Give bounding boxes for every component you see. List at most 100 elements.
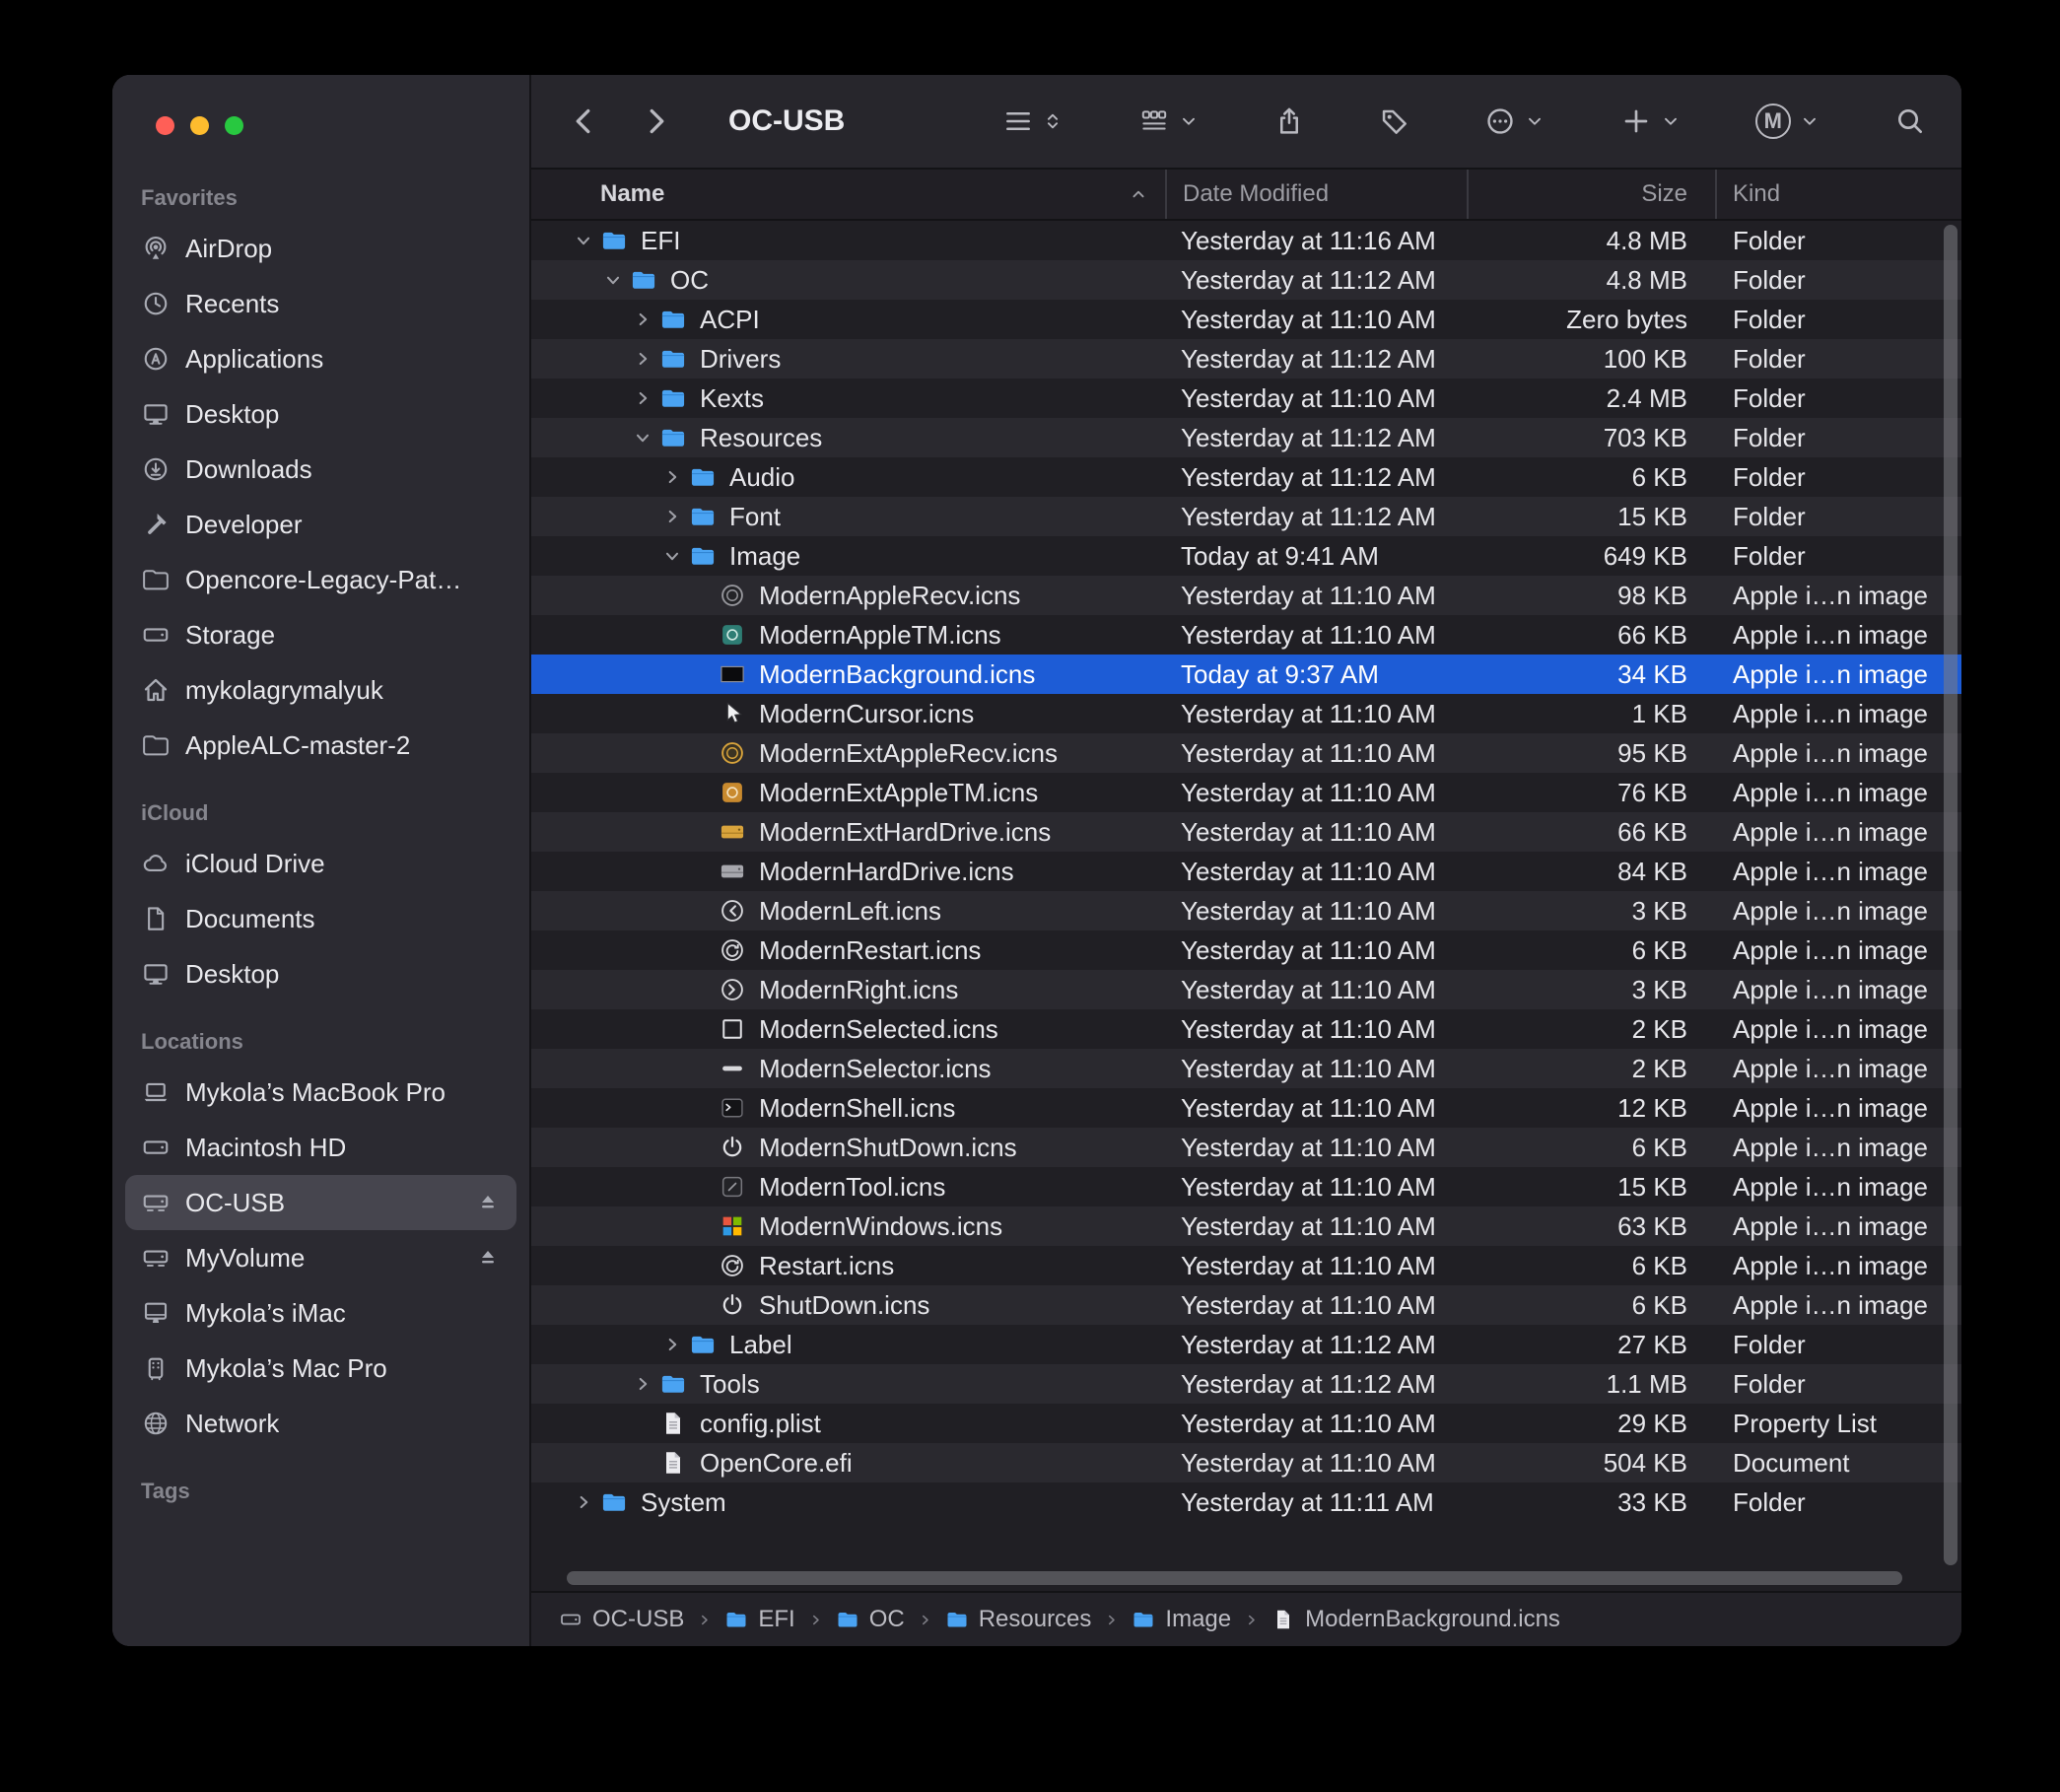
- path-segment-modernbackground-icns[interactable]: ModernBackground.icns: [1271, 1606, 1560, 1633]
- sidebar-item-opencore-legacy-pat[interactable]: Opencore-Legacy-Pat…: [125, 552, 516, 607]
- share-button[interactable]: [1273, 105, 1305, 137]
- disclosure-triangle[interactable]: [567, 1489, 600, 1515]
- file-row-modernshell-icns[interactable]: ModernShell.icnsYesterday at 11:10 AM12 …: [531, 1088, 1961, 1128]
- account-button[interactable]: M: [1755, 103, 1820, 139]
- file-row-opencore-efi[interactable]: OpenCore.efiYesterday at 11:10 AM504 KBD…: [531, 1443, 1961, 1482]
- file-row-modernappletm-icns[interactable]: ModernAppleTM.icnsYesterday at 11:10 AM6…: [531, 615, 1961, 655]
- airdrop-icon: [141, 234, 171, 263]
- horizontal-scrollbar[interactable]: [567, 1571, 1902, 1585]
- drive-external-icon: [141, 1243, 171, 1273]
- file-row-acpi[interactable]: ACPIYesterday at 11:10 AMZero bytesFolde…: [531, 300, 1961, 339]
- file-row-modernextharddrive-icns[interactable]: ModernExtHardDrive.icnsYesterday at 11:1…: [531, 812, 1961, 852]
- search-button[interactable]: [1894, 105, 1926, 137]
- zoom-window-button[interactable]: [225, 116, 243, 135]
- file-row-modernharddrive-icns[interactable]: ModernHardDrive.icnsYesterday at 11:10 A…: [531, 852, 1961, 891]
- eject-icon[interactable]: [475, 1190, 501, 1215]
- disclosure-triangle[interactable]: [626, 425, 659, 450]
- disclosure-triangle[interactable]: [655, 464, 689, 490]
- disclosure-triangle[interactable]: [655, 543, 689, 569]
- add-button[interactable]: [1620, 105, 1682, 137]
- vertical-scrollbar[interactable]: [1944, 225, 1957, 1565]
- sidebar-item-mykolagrymalyuk[interactable]: mykolagrymalyuk: [125, 662, 516, 718]
- sidebar-item-mykola-s-mac-pro[interactable]: Mykola’s Mac Pro: [125, 1341, 516, 1396]
- column-header-kind[interactable]: Kind: [1715, 170, 1961, 219]
- path-segment-image[interactable]: Image: [1132, 1606, 1231, 1633]
- view-mode-button[interactable]: [1002, 105, 1064, 137]
- file-row-label[interactable]: LabelYesterday at 11:12 AM27 KBFolder: [531, 1325, 1961, 1364]
- disclosure-triangle[interactable]: [655, 1332, 689, 1357]
- file-row-resources[interactable]: ResourcesYesterday at 11:12 AM703 KBFold…: [531, 418, 1961, 457]
- file-row-moderntool-icns[interactable]: ModernTool.icnsYesterday at 11:10 AM15 K…: [531, 1167, 1961, 1206]
- file-row-system[interactable]: SystemYesterday at 11:11 AM33 KBFolder: [531, 1482, 1961, 1522]
- file-row-modernselected-icns[interactable]: ModernSelected.icnsYesterday at 11:10 AM…: [531, 1009, 1961, 1049]
- path-segment-efi[interactable]: EFI: [724, 1606, 794, 1633]
- sidebar-item-myvolume[interactable]: MyVolume: [125, 1230, 516, 1285]
- path-segment-oc[interactable]: OC: [836, 1606, 905, 1633]
- kind-cell: Apple i…n image: [1715, 1211, 1961, 1242]
- forward-button[interactable]: [638, 103, 673, 139]
- tags-button[interactable]: [1379, 105, 1410, 137]
- more-actions-button[interactable]: [1484, 105, 1545, 137]
- sidebar-item-downloads[interactable]: Downloads: [125, 442, 516, 497]
- column-header-size[interactable]: Size: [1467, 170, 1715, 219]
- sidebar-item-documents[interactable]: Documents: [125, 891, 516, 946]
- file-row-restart-icns[interactable]: Restart.icnsYesterday at 11:10 AM6 KBApp…: [531, 1246, 1961, 1285]
- date-modified-cell: Yesterday at 11:10 AM: [1165, 1014, 1467, 1045]
- back-button[interactable]: [567, 103, 602, 139]
- kind-cell: Apple i…n image: [1715, 1290, 1961, 1321]
- sidebar-item-airdrop[interactable]: AirDrop: [125, 221, 516, 276]
- size-cell: 3 KB: [1467, 975, 1715, 1005]
- sidebar-item-desktop[interactable]: Desktop: [125, 386, 516, 442]
- disclosure-triangle[interactable]: [626, 385, 659, 411]
- file-row-audio[interactable]: AudioYesterday at 11:12 AM6 KBFolder: [531, 457, 1961, 497]
- minimize-window-button[interactable]: [190, 116, 209, 135]
- column-header-name[interactable]: Name: [531, 170, 1165, 219]
- sidebar-item-storage[interactable]: Storage: [125, 607, 516, 662]
- sidebar-item-developer[interactable]: Developer: [125, 497, 516, 552]
- file-row-efi[interactable]: EFIYesterday at 11:16 AM4.8 MBFolder: [531, 221, 1961, 260]
- disclosure-triangle[interactable]: [567, 228, 600, 253]
- disclosure-triangle[interactable]: [626, 1371, 659, 1397]
- file-row-modernrestart-icns[interactable]: ModernRestart.icnsYesterday at 11:10 AM6…: [531, 930, 1961, 970]
- sidebar-item-desktop[interactable]: Desktop: [125, 946, 516, 1001]
- close-window-button[interactable]: [156, 116, 174, 135]
- disclosure-triangle[interactable]: [626, 346, 659, 372]
- disclosure-triangle[interactable]: [596, 267, 630, 293]
- sidebar-item-recents[interactable]: Recents: [125, 276, 516, 331]
- path-segment-oc-usb[interactable]: OC-USB: [559, 1606, 684, 1633]
- eject-icon[interactable]: [475, 1245, 501, 1271]
- file-row-modernselector-icns[interactable]: ModernSelector.icnsYesterday at 11:10 AM…: [531, 1049, 1961, 1088]
- file-name: ModernShell.icns: [759, 1093, 955, 1124]
- sidebar-item-macintosh-hd[interactable]: Macintosh HD: [125, 1120, 516, 1175]
- file-row-font[interactable]: FontYesterday at 11:12 AM15 KBFolder: [531, 497, 1961, 536]
- group-by-button[interactable]: [1138, 105, 1200, 137]
- ellipsis-circle-icon: [1484, 105, 1516, 137]
- file-row-tools[interactable]: ToolsYesterday at 11:12 AM1.1 MBFolder: [531, 1364, 1961, 1404]
- file-row-image[interactable]: ImageToday at 9:41 AM649 KBFolder: [531, 536, 1961, 576]
- sidebar-item-applealc-master-2[interactable]: AppleALC-master-2: [125, 718, 516, 773]
- file-row-modernextapplerecv-icns[interactable]: ModernExtAppleRecv.icnsYesterday at 11:1…: [531, 733, 1961, 773]
- disclosure-triangle[interactable]: [655, 504, 689, 529]
- file-row-modernright-icns[interactable]: ModernRight.icnsYesterday at 11:10 AM3 K…: [531, 970, 1961, 1009]
- file-row-shutdown-icns[interactable]: ShutDown.icnsYesterday at 11:10 AM6 KBAp…: [531, 1285, 1961, 1325]
- file-row-moderncursor-icns[interactable]: ModernCursor.icnsYesterday at 11:10 AM1 …: [531, 694, 1961, 733]
- sidebar-item-mykola-s-imac[interactable]: Mykola’s iMac: [125, 1285, 516, 1341]
- file-row-kexts[interactable]: KextsYesterday at 11:10 AM2.4 MBFolder: [531, 379, 1961, 418]
- sidebar-item-icloud-drive[interactable]: iCloud Drive: [125, 836, 516, 891]
- file-row-modernbackground-icns[interactable]: ModernBackground.icnsToday at 9:37 AM34 …: [531, 655, 1961, 694]
- file-row-modernshutdown-icns[interactable]: ModernShutDown.icnsYesterday at 11:10 AM…: [531, 1128, 1961, 1167]
- file-row-modernextappletm-icns[interactable]: ModernExtAppleTM.icnsYesterday at 11:10 …: [531, 773, 1961, 812]
- path-segment-resources[interactable]: Resources: [945, 1606, 1092, 1633]
- sidebar-item-mykola-s-macbook-pro[interactable]: Mykola’s MacBook Pro: [125, 1065, 516, 1120]
- file-row-config-plist[interactable]: config.plistYesterday at 11:10 AM29 KBPr…: [531, 1404, 1961, 1443]
- sidebar-item-network[interactable]: Network: [125, 1396, 516, 1451]
- file-row-drivers[interactable]: DriversYesterday at 11:12 AM100 KBFolder: [531, 339, 1961, 379]
- disclosure-triangle[interactable]: [626, 307, 659, 332]
- sidebar-item-applications[interactable]: Applications: [125, 331, 516, 386]
- sidebar-item-oc-usb[interactable]: OC-USB: [125, 1175, 516, 1230]
- file-row-modernapplerecv-icns[interactable]: ModernAppleRecv.icnsYesterday at 11:10 A…: [531, 576, 1961, 615]
- file-row-modernleft-icns[interactable]: ModernLeft.icnsYesterday at 11:10 AM3 KB…: [531, 891, 1961, 930]
- file-row-oc[interactable]: OCYesterday at 11:12 AM4.8 MBFolder: [531, 260, 1961, 300]
- column-header-date-modified[interactable]: Date Modified: [1165, 170, 1467, 219]
- file-row-modernwindows-icns[interactable]: ModernWindows.icnsYesterday at 11:10 AM6…: [531, 1206, 1961, 1246]
